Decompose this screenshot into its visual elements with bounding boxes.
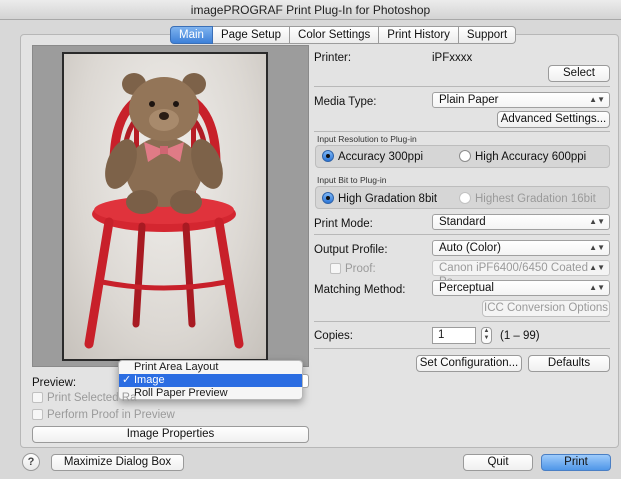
menu-item-print-area-layout[interactable]: Print Area Layout xyxy=(119,361,302,374)
proof-select: Canon iPF6400/6450 Coated Pa...▲▼ xyxy=(432,260,610,288)
copies-range: (1 – 99) xyxy=(500,330,540,342)
radio-selected-icon xyxy=(322,192,334,204)
updown-arrow-icon: ▲▼ xyxy=(589,243,605,252)
help-icon[interactable]: ? xyxy=(22,453,40,471)
copies-label: Copies: xyxy=(314,330,353,342)
radio-selected-icon xyxy=(322,150,334,162)
print-selected-range-checkbox[interactable] xyxy=(32,392,43,403)
updown-arrow-icon: ▲▼ xyxy=(589,217,605,226)
resolution-group-title: Input Resolution to Plug-in xyxy=(317,134,417,144)
high-accuracy-600ppi-option[interactable]: High Accuracy 600ppi xyxy=(459,150,586,163)
image-properties-button[interactable]: Image Properties xyxy=(32,426,309,443)
print-selected-range-option: Print Selected Ra xyxy=(32,392,137,404)
tab-support[interactable]: Support xyxy=(458,26,517,44)
matching-method-label: Matching Method: xyxy=(314,284,406,296)
radio-unselected-icon xyxy=(459,150,471,162)
tab-color-settings[interactable]: Color Settings xyxy=(290,26,380,44)
printer-label: Printer: xyxy=(314,52,352,64)
output-profile-label: Output Profile: xyxy=(314,244,388,256)
matching-method-select[interactable]: Perceptual ▲▼ xyxy=(432,280,610,296)
media-type-select[interactable]: Plain Paper ▲▼ xyxy=(432,92,610,108)
copies-input[interactable]: 1 xyxy=(432,327,476,344)
divider xyxy=(314,348,610,349)
advanced-settings-button[interactable]: Advanced Settings... xyxy=(497,111,610,128)
high-gradation-8bit-option[interactable]: High Gradation 8bit xyxy=(322,192,437,205)
perform-proof-option: Perform Proof in Preview xyxy=(32,409,175,421)
print-mode-select[interactable]: Standard ▲▼ xyxy=(432,214,610,230)
tab-bar: Main Page Setup Color Settings Print His… xyxy=(170,26,517,44)
updown-arrow-icon: ▲▼ xyxy=(589,95,605,104)
checkmark-icon: ✓ xyxy=(122,374,132,386)
teddy-bear-on-chair-image xyxy=(84,73,244,349)
output-profile-select[interactable]: Auto (Color) ▲▼ xyxy=(432,240,610,256)
quit-button[interactable]: Quit xyxy=(463,454,533,471)
menu-item-roll-paper-preview[interactable]: Roll Paper Preview xyxy=(119,387,302,400)
accuracy-300ppi-option[interactable]: Accuracy 300ppi xyxy=(322,150,423,163)
divider xyxy=(314,234,610,235)
window-title: imagePROGRAF Print Plug-In for Photoshop xyxy=(0,0,621,20)
highest-gradation-16bit-option: Highest Gradation 16bit xyxy=(459,192,596,205)
updown-arrow-icon: ▲▼ xyxy=(589,263,605,272)
tab-page-setup[interactable]: Page Setup xyxy=(212,26,291,44)
tab-print-history[interactable]: Print History xyxy=(379,26,459,44)
divider xyxy=(314,321,610,322)
maximize-dialog-button[interactable]: Maximize Dialog Box xyxy=(51,454,184,471)
print-mode-label: Print Mode: xyxy=(314,218,373,230)
divider xyxy=(314,131,610,132)
select-printer-button[interactable]: Select xyxy=(548,65,610,82)
divider xyxy=(314,86,610,87)
set-configuration-button[interactable]: Set Configuration... xyxy=(416,355,522,372)
menu-item-image[interactable]: ✓ Image xyxy=(119,374,302,387)
bit-group-title: Input Bit to Plug-in xyxy=(317,175,387,185)
proof-option: Proof: xyxy=(330,263,376,275)
copies-stepper[interactable]: ▲ ▼ xyxy=(481,327,492,344)
tab-main[interactable]: Main xyxy=(170,26,213,44)
preview-select-edge[interactable] xyxy=(303,374,309,388)
updown-arrow-icon: ▲▼ xyxy=(589,283,605,292)
print-button[interactable]: Print xyxy=(541,454,611,471)
perform-proof-checkbox[interactable] xyxy=(32,409,43,420)
preview-label: Preview: xyxy=(32,377,77,389)
icc-conversion-options-button: ICC Conversion Options xyxy=(482,300,610,317)
printer-name: iPFxxxx xyxy=(432,52,473,64)
preview-image xyxy=(62,52,268,361)
defaults-button[interactable]: Defaults xyxy=(528,355,610,372)
media-type-label: Media Type: xyxy=(314,96,377,108)
proof-checkbox[interactable] xyxy=(330,263,341,274)
preview-mode-menu: Print Area Layout ✓ Image Roll Paper Pre… xyxy=(118,360,303,400)
radio-disabled-icon xyxy=(459,192,471,204)
